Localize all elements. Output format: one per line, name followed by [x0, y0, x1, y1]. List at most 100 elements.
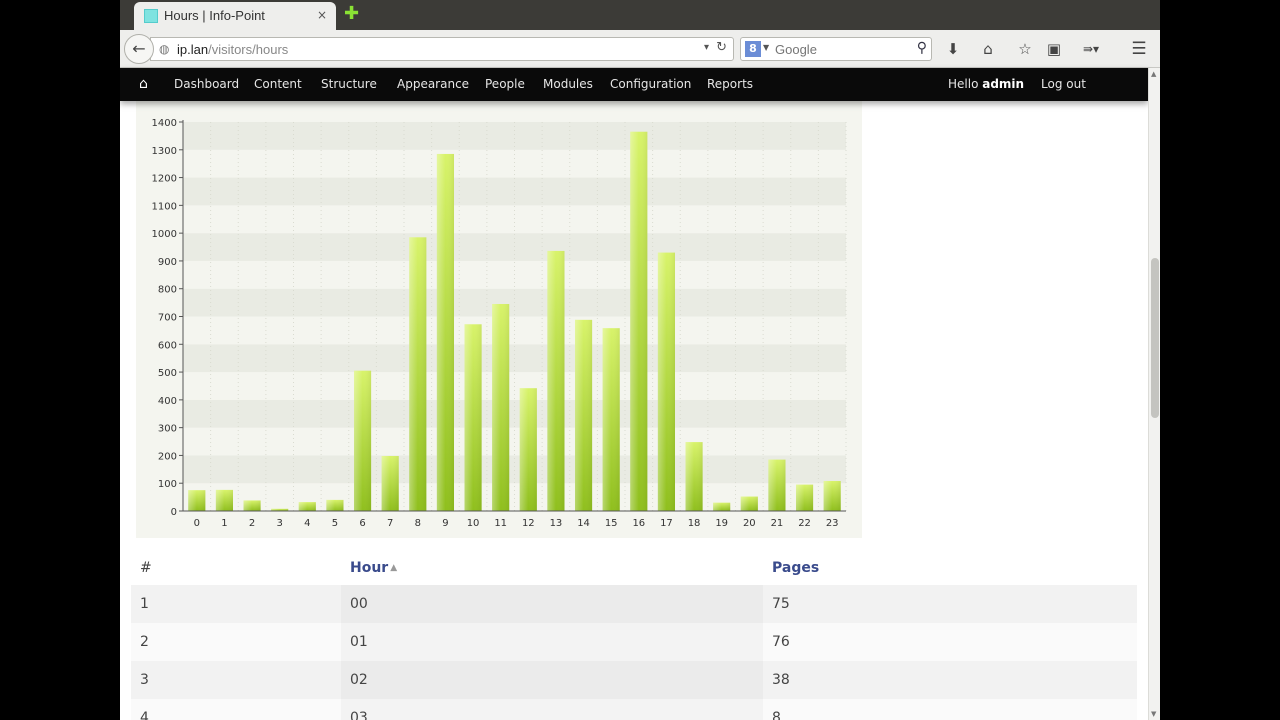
greeting: Hello admin [948, 77, 1024, 91]
search-engine-dropdown-icon[interactable]: ▼ [763, 43, 769, 52]
table-row: 4 03 8 [131, 699, 1137, 720]
back-arrow-icon: ← [132, 39, 146, 58]
url-host: ip.lan [177, 42, 209, 57]
home-icon[interactable]: ⌂ [977, 38, 999, 60]
cell-pages: 8 [763, 699, 1137, 720]
extension-dropdown-icon[interactable]: ⇛▾ [1076, 38, 1106, 60]
y-tick-label: 300 [158, 424, 177, 435]
greeting-prefix: Hello [948, 77, 983, 91]
back-button[interactable]: ← [124, 34, 154, 64]
y-tick-label: 1000 [152, 229, 177, 240]
chart-bar-highlight [574, 319, 593, 511]
y-tick-label: 500 [158, 368, 177, 379]
admin-menu-configuration[interactable]: Configuration [610, 77, 691, 91]
hours-chart: 0 100 200 300 400 500 600 700 800 900 1000 1100 1200… [136, 101, 862, 538]
chart-bar-highlight [768, 459, 786, 511]
admin-menu-modules[interactable]: Modules [543, 77, 593, 91]
admin-menu-structure[interactable]: Structure [321, 77, 377, 91]
admin-menu-dashboard[interactable]: Dashboard [174, 77, 239, 91]
search-icon[interactable]: ⚲ [917, 40, 927, 56]
x-tick-label: 7 [387, 518, 393, 529]
x-tick-label: 20 [743, 518, 756, 529]
cell-number: 4 [131, 699, 341, 720]
url-path: /visitors/hours [208, 42, 289, 57]
admin-menu-reports[interactable]: Reports [707, 77, 753, 91]
clipboard-icon[interactable]: ▣ [1043, 38, 1065, 60]
scrollbar-thumb[interactable] [1151, 258, 1159, 418]
cell-number: 3 [131, 661, 341, 699]
search-input[interactable] [775, 40, 905, 58]
admin-menu-content[interactable]: Content [254, 77, 302, 91]
cell-number: 2 [131, 623, 341, 661]
cell-hour: 01 [341, 623, 763, 661]
x-tick-label: 23 [826, 518, 839, 529]
chart-bar-highlight [685, 442, 703, 511]
chart-bar-highlight [381, 455, 399, 511]
chart-bar-highlight [436, 153, 455, 512]
search-bar[interactable]: 8 ▼ ⚲ [740, 37, 932, 61]
admin-menu-appearance[interactable]: Appearance [397, 77, 469, 91]
logout-link[interactable]: Log out [1041, 77, 1086, 91]
y-tick-label: 200 [158, 451, 177, 462]
x-tick-label: 9 [442, 518, 448, 529]
chart-svg: 0100200300400500600700800900100011001200… [152, 118, 847, 529]
page-scrollbar[interactable]: ▲ ▼ [1148, 68, 1160, 720]
chart-bar-highlight [630, 131, 648, 511]
y-tick-label: 800 [158, 285, 177, 296]
y-tick-label: 400 [158, 396, 177, 407]
cell-number: 1 [131, 585, 341, 623]
y-tick-label: 700 [158, 313, 177, 324]
chart-bar-highlight [713, 502, 731, 511]
x-tick-label: 0 [194, 518, 200, 529]
new-tab-icon[interactable]: ✚ [344, 5, 359, 23]
grid-band [183, 399, 846, 428]
x-tick-label: 8 [415, 518, 421, 529]
scroll-down-icon[interactable]: ▼ [1151, 710, 1156, 718]
grid-band [183, 372, 846, 400]
y-tick-label: 600 [158, 340, 177, 351]
chart-bar-highlight [519, 388, 537, 511]
history-dropdown-icon[interactable]: ▾ [704, 42, 709, 53]
chart-bar-highlight [547, 250, 565, 511]
x-tick-label: 6 [359, 518, 365, 529]
bookmark-star-icon[interactable]: ☆ [1014, 38, 1036, 60]
column-header-pages[interactable]: Pages [763, 550, 1137, 585]
column-header-number: # [140, 559, 152, 576]
admin-home-icon[interactable]: ⌂ [139, 76, 148, 92]
page-favicon-icon [144, 9, 158, 23]
chart-bar-highlight [353, 370, 372, 511]
search-engine-icon[interactable]: 8 [745, 41, 761, 57]
grid-band [183, 149, 846, 178]
x-tick-label: 19 [715, 518, 728, 529]
scroll-up-icon[interactable]: ▲ [1151, 70, 1156, 78]
x-tick-label: 22 [798, 518, 811, 529]
chart-bar-highlight [188, 490, 206, 511]
grid-band [183, 455, 846, 484]
grid-band [183, 233, 846, 261]
chart-bar-highlight [409, 237, 427, 511]
column-header-hour[interactable]: Hour ▲ [341, 550, 763, 585]
hours-table: # Hour ▲ Pages 1 00 75 2 01 76 3 02 38 4… [131, 550, 1137, 720]
browser-window: Hours | Info-Point × ✚ ◍ ip.lan/visitors… [120, 0, 1160, 720]
greeting-user[interactable]: admin [982, 77, 1024, 91]
cell-pages: 75 [763, 585, 1137, 623]
x-tick-label: 3 [277, 518, 283, 529]
tab-hours[interactable]: Hours | Info-Point × [134, 2, 336, 30]
chart-bar-highlight [740, 496, 758, 511]
url-text[interactable]: ip.lan/visitors/hours [177, 42, 288, 57]
grid-band [183, 427, 846, 456]
menu-icon[interactable]: ☰ [1128, 38, 1150, 60]
x-tick-label: 5 [332, 518, 338, 529]
y-tick-label: 1200 [152, 174, 177, 185]
chart-bar-highlight [243, 500, 261, 511]
url-bar[interactable]: ◍ ip.lan/visitors/hours ▾ ↻ [150, 37, 734, 61]
table-row: 2 01 76 [131, 623, 1137, 661]
globe-icon: ◍ [159, 42, 170, 56]
download-icon[interactable]: ⬇ [942, 38, 964, 60]
x-tick-label: 11 [494, 518, 507, 529]
tab-close-icon[interactable]: × [317, 8, 327, 22]
tab-title: Hours | Info-Point [164, 8, 265, 23]
reload-icon[interactable]: ↻ [716, 40, 727, 55]
admin-menu-people[interactable]: People [485, 77, 525, 91]
x-tick-label: 13 [550, 518, 563, 529]
